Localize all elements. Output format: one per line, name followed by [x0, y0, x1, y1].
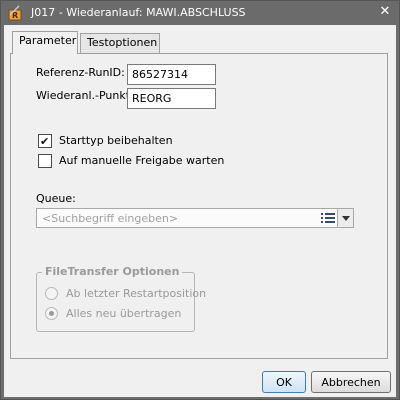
- tab-panel-parameter: Referenz-RunID: Wiederanl.-Punkt: ✔ Star…: [10, 53, 388, 359]
- tab-parameter[interactable]: Parameter: [12, 31, 78, 54]
- filetransfer-options-group: FileTransfer Optionen Ab letzter Restart…: [36, 265, 206, 332]
- list-icon[interactable]: [321, 212, 335, 224]
- chevron-down-icon: [342, 216, 350, 221]
- restart-point-field[interactable]: [127, 88, 216, 109]
- queue-combobox[interactable]: [36, 208, 354, 228]
- radio-from-last-restart[interactable]: [45, 287, 58, 300]
- window-title: J017 - Wiederanlauf: MAWI.ABSCHLUSS: [31, 6, 246, 19]
- title-bar[interactable]: R J017 - Wiederanlauf: MAWI.ABSCHLUSS ✕: [1, 1, 399, 25]
- tab-testoptionen[interactable]: Testoptionen: [80, 33, 160, 53]
- dialog-client-area: Parameter Testoptionen Referenz-RunID: W…: [4, 25, 396, 397]
- cancel-button[interactable]: Abbrechen: [311, 371, 391, 393]
- run-id-field[interactable]: [127, 64, 216, 85]
- radio-transfer-all-label[interactable]: Alles neu übertragen: [66, 307, 181, 320]
- run-id-label: Referenz-RunID:: [36, 66, 125, 79]
- radio-selected-dot: [49, 311, 54, 316]
- queue-dropdown-button[interactable]: [337, 209, 353, 227]
- restart-point-label: Wiederanl.-Punkt:: [36, 89, 134, 102]
- close-icon[interactable]: ✕: [377, 4, 393, 20]
- wait-manual-release-checkbox[interactable]: [38, 154, 52, 168]
- app-icon: R: [7, 5, 23, 21]
- keep-starttype-checkbox[interactable]: ✔: [38, 134, 52, 148]
- ok-button[interactable]: OK: [262, 371, 306, 393]
- filetransfer-options-title: FileTransfer Optionen: [42, 265, 183, 278]
- queue-search-input[interactable]: [37, 209, 313, 227]
- queue-label: Queue:: [36, 192, 76, 205]
- checkmark-icon: ✔: [40, 135, 50, 148]
- keep-starttype-label[interactable]: Starttyp beibehalten: [59, 134, 173, 147]
- radio-from-last-restart-label[interactable]: Ab letzter Restartposition: [66, 287, 206, 300]
- dialog-window: R J017 - Wiederanlauf: MAWI.ABSCHLUSS ✕ …: [0, 0, 400, 400]
- wait-manual-release-label[interactable]: Auf manuelle Freigabe warten: [59, 154, 224, 167]
- radio-transfer-all[interactable]: [45, 307, 58, 320]
